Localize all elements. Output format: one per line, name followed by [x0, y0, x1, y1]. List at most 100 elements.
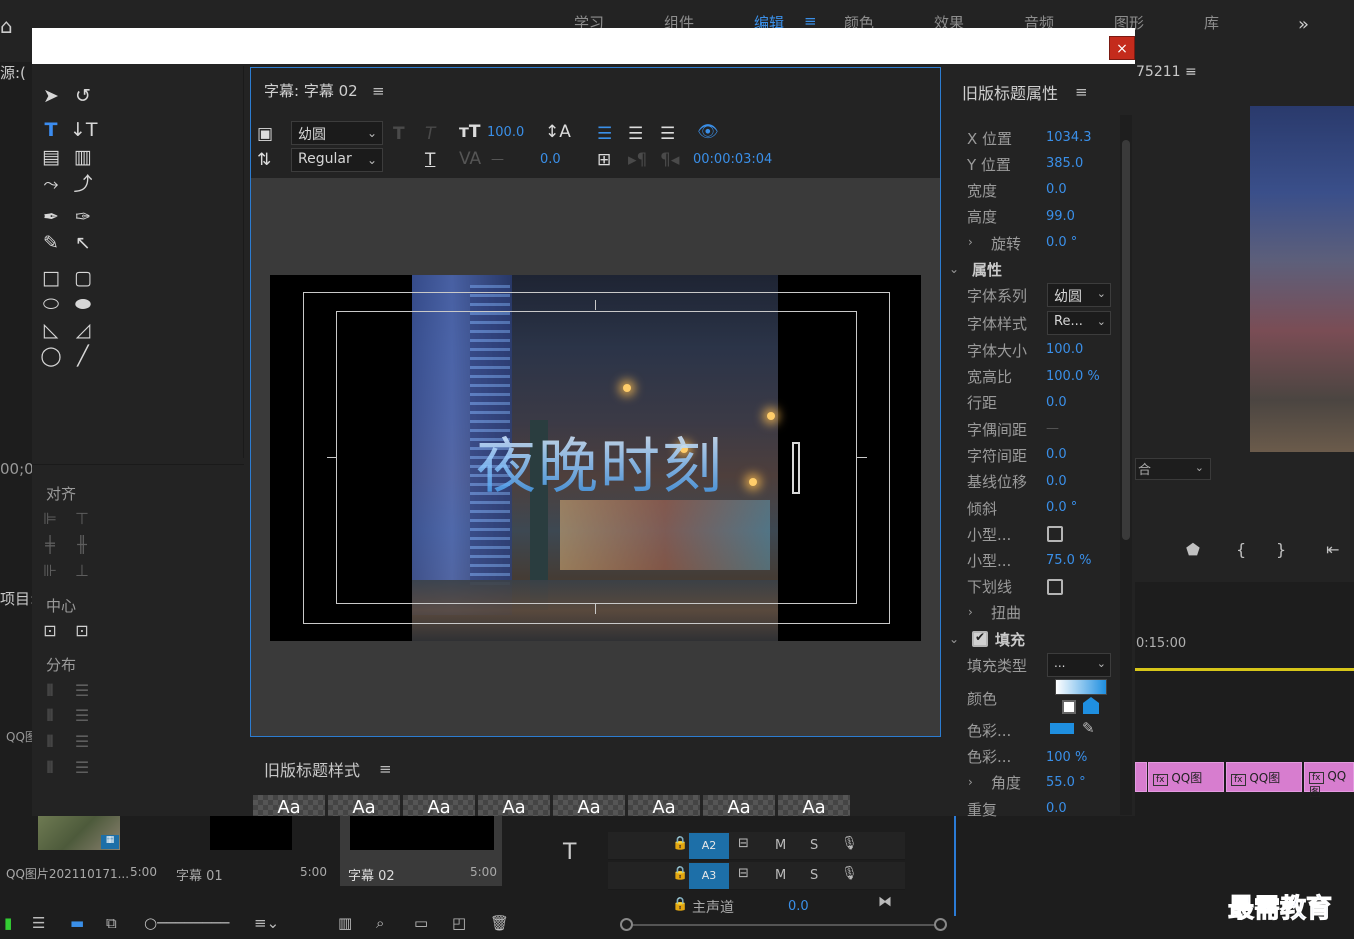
style-swatch[interactable]: Aa: [778, 795, 850, 816]
vertical-area-type-tool-icon[interactable]: ▥: [70, 145, 96, 169]
track-lock-icon[interactable]: 🔒: [672, 866, 688, 881]
center-horizontal-icon[interactable]: ⊡: [38, 620, 62, 642]
arc-tool-icon[interactable]: ◿: [70, 318, 96, 342]
ellipse-tool-icon[interactable]: ◯: [38, 344, 64, 368]
underline-checkbox[interactable]: [1047, 579, 1063, 595]
playhead[interactable]: [954, 816, 956, 916]
bin-thumbnail[interactable]: [350, 816, 494, 850]
properties-scroll-thumb[interactable]: [1122, 140, 1130, 540]
area-type-tool-icon[interactable]: ▤: [38, 145, 64, 169]
font-family-select[interactable]: 幼圆 ⌄: [291, 121, 383, 145]
fill-checkbox[interactable]: ✔: [972, 630, 988, 647]
style-swatch[interactable]: Aa: [328, 795, 400, 816]
expand-distort-icon[interactable]: ›: [968, 605, 973, 619]
distribute-center-v-icon[interactable]: ☰: [70, 705, 94, 727]
marker-icon[interactable]: ⬟: [1186, 540, 1200, 559]
style-swatch[interactable]: Aa: [403, 795, 475, 816]
vertical-type-tool-icon[interactable]: ↓T: [70, 118, 98, 142]
center-text-icon[interactable]: ☰: [628, 124, 643, 144]
new-item-icon[interactable]: ◰: [452, 914, 466, 932]
rounded-rect-tool-icon[interactable]: ▢: [70, 266, 96, 290]
mic-icon[interactable]: 🎙: [841, 866, 858, 881]
align-bottom-icon[interactable]: ⊥: [70, 560, 94, 582]
properties-section-label[interactable]: 属性: [972, 259, 1002, 280]
expand-rotation-icon[interactable]: ›: [968, 235, 973, 249]
solo-button[interactable]: S: [810, 838, 818, 853]
sync-lock-icon[interactable]: ⊟: [738, 866, 749, 881]
font-family-select[interactable]: 幼圆 ⌄: [1047, 283, 1111, 307]
fill-type-select[interactable]: ... ⌄: [1047, 653, 1111, 677]
style-swatch[interactable]: Aa: [478, 795, 550, 816]
angle-value[interactable]: 55.0 °: [1046, 775, 1086, 790]
distribute-spacing-v-icon[interactable]: ☰: [70, 757, 94, 779]
clipped-rect-tool-icon[interactable]: ⬭: [38, 292, 64, 316]
height-value[interactable]: 99.0: [1046, 209, 1075, 224]
bold-icon[interactable]: T: [393, 124, 405, 144]
baseline-shift-value[interactable]: 0.0: [1046, 474, 1067, 489]
title-styles-menu-icon[interactable]: ≡: [379, 760, 392, 778]
automate-icon[interactable]: ▥: [338, 914, 352, 932]
title-panel-menu-icon[interactable]: ≡: [372, 82, 385, 100]
workspace-tab[interactable]: 库: [1204, 12, 1219, 33]
tracking-value[interactable]: 0.0: [1046, 447, 1067, 462]
rounded-corner-tool-icon[interactable]: ⬬: [70, 292, 96, 316]
selection-tool-icon[interactable]: ➤: [38, 84, 64, 108]
mic-icon[interactable]: 🎙: [841, 836, 858, 851]
width-value[interactable]: 0.0: [1046, 182, 1067, 197]
align-left-icon[interactable]: ⊫: [38, 508, 62, 530]
timeline-clip[interactable]: fx QQ图: [1304, 762, 1354, 799]
style-swatch[interactable]: Aa: [628, 795, 700, 816]
rotation-value[interactable]: 0.0 °: [1046, 235, 1077, 250]
distribute-center-h-icon[interactable]: ⫴: [38, 705, 62, 727]
gradient-stop-left[interactable]: [1062, 700, 1076, 714]
small-caps-checkbox[interactable]: [1047, 526, 1063, 542]
fill-section-label[interactable]: 填充: [995, 629, 1025, 650]
leading-value[interactable]: 0.0: [540, 152, 561, 167]
zoom-slider[interactable]: ○────────: [144, 914, 229, 932]
mark-out-icon[interactable]: }: [1276, 540, 1286, 559]
leading-value[interactable]: 0.0: [1046, 395, 1067, 410]
align-center-h-icon[interactable]: ╪: [38, 534, 62, 556]
fit-select[interactable]: 合 ⌄: [1135, 458, 1211, 480]
align-right-icon[interactable]: ⊪: [38, 560, 62, 582]
distribute-top-icon[interactable]: ☰: [70, 680, 94, 702]
timeline-clip[interactable]: [1135, 762, 1147, 792]
slant-value[interactable]: 0.0 °: [1046, 500, 1077, 515]
new-title-icon[interactable]: ▣: [257, 124, 273, 144]
font-style-select[interactable]: Regular ⌄: [291, 148, 383, 172]
small-caps-size-value[interactable]: 75.0 %: [1046, 553, 1091, 568]
lock-icon[interactable]: ▮: [4, 914, 12, 932]
kerning-value[interactable]: —: [1046, 421, 1059, 436]
mark-in-icon[interactable]: {: [1236, 540, 1246, 559]
underline-icon[interactable]: T: [425, 150, 435, 170]
home-icon[interactable]: ⌂: [0, 14, 22, 38]
align-right-text-icon[interactable]: ☰: [660, 124, 675, 144]
add-anchor-tool-icon[interactable]: ✎: [38, 231, 64, 255]
aspect-value[interactable]: 100.0 %: [1046, 369, 1100, 384]
color-stop-opacity-value[interactable]: 100 %: [1046, 750, 1087, 765]
close-button[interactable]: ×: [1109, 36, 1135, 60]
work-area-bar[interactable]: [1135, 668, 1354, 671]
align-top-icon[interactable]: ⊤: [70, 508, 94, 530]
trash-icon[interactable]: 🗑: [490, 914, 509, 932]
collapse-properties-icon[interactable]: ⌄: [949, 262, 959, 276]
collapse-fill-icon[interactable]: ⌄: [949, 632, 959, 646]
font-style-select[interactable]: Re... ⌄: [1047, 311, 1111, 335]
master-end-icon[interactable]: ⧓: [878, 894, 892, 910]
rotation-tool-icon[interactable]: ↺: [70, 84, 96, 108]
type-tool-icon[interactable]: T: [38, 118, 64, 142]
background-timecode[interactable]: 00:00:03:04: [693, 152, 772, 167]
align-left-text-icon[interactable]: ☰: [597, 124, 612, 144]
style-swatch[interactable]: Aa: [553, 795, 625, 816]
new-bin-icon[interactable]: ▭: [414, 914, 428, 932]
expand-angle-icon[interactable]: ›: [968, 775, 973, 789]
distribute-left-icon[interactable]: ⫴: [38, 680, 62, 702]
sync-lock-icon[interactable]: ⊟: [738, 836, 749, 851]
kerning-value[interactable]: —: [491, 152, 504, 167]
freeform-view-icon[interactable]: ⧉: [106, 914, 117, 932]
line-tool-icon[interactable]: ╱: [70, 344, 96, 368]
distribute-bottom-icon[interactable]: ☰: [70, 731, 94, 753]
template2-icon[interactable]: ¶◂: [660, 150, 679, 170]
icon-view-icon[interactable]: ▬: [70, 914, 84, 932]
y-position-value[interactable]: 385.0: [1046, 156, 1083, 171]
